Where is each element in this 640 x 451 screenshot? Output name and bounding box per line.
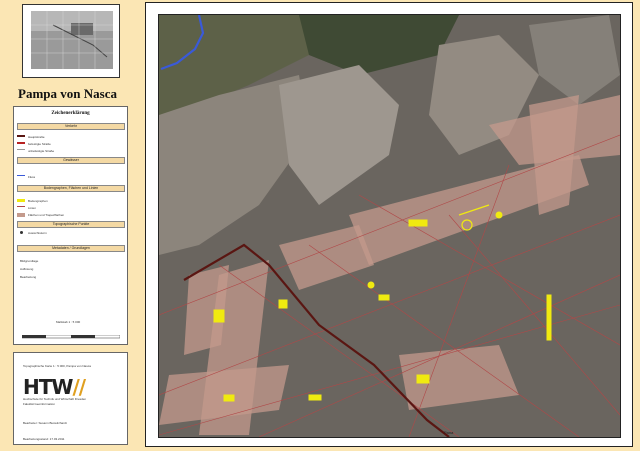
legend-item: befestigte Straße: [17, 142, 51, 146]
legend-item: Fluss: [17, 175, 35, 179]
metadata-label: Auflösung: [20, 267, 34, 271]
map-canvas: Pana: [159, 15, 620, 437]
overview-map: [22, 4, 120, 78]
geoglyph: [495, 211, 503, 219]
credits-panel: Topographische Karte 1 : 5 000, Pampa vo…: [13, 352, 128, 445]
credits-institution: Hochschule für Technik und Wirtschaft Dr…: [23, 397, 87, 401]
scale-bar: [22, 335, 120, 339]
legend-item: unbefestigte Straße: [17, 149, 54, 153]
legend-section-geoglyphs: Bodengraphen, Flächen und Linien: [17, 185, 125, 192]
legend-heading: Zeichenerklärung: [51, 111, 90, 116]
geoglyph: [378, 294, 390, 301]
legend-item: Hauptstraße: [17, 135, 45, 139]
geoglyph: [546, 294, 552, 341]
left-panel: Pampa von Nasca Zeichenerklärung Verkehr…: [0, 0, 135, 451]
geoglyph: [416, 374, 430, 384]
credits-date: Bearbeitungsstand: 17.03.2011: [23, 437, 65, 441]
htw-logo: HTW//: [23, 375, 86, 399]
credits-line: Topographische Karte 1 : 5 000, Pampa vo…: [23, 364, 91, 368]
geoglyph: [278, 299, 288, 309]
map-title: Pampa von Nasca: [18, 86, 117, 101]
credits-author: Bearbeiter: Susann Buswitzhardt: [23, 421, 67, 425]
legend-panel: Zeichenerklärung Verkehr Hauptstraße bef…: [13, 106, 128, 345]
legend-section-traffic: Verkehr: [17, 123, 125, 130]
legend-item: Linien: [17, 206, 36, 210]
satellite-map[interactable]: Pana: [158, 14, 621, 438]
legend-item: Bodengraphen: [17, 199, 48, 203]
geoglyph: [308, 394, 322, 401]
legend-item: Aussichtsturm: [20, 231, 47, 235]
metadata-label: Bearbeitung: [20, 275, 37, 279]
legend-section-topo-points: Topographische Punkte: [17, 221, 125, 228]
main-map-frame: Pana: [145, 2, 633, 447]
geoglyph: [408, 219, 428, 227]
legend-section-metadata: Metadaten / Grundlagen: [17, 245, 125, 252]
legend-section-water: Gewässer: [17, 157, 125, 164]
geoglyph: [213, 309, 225, 323]
legend-item: Flächen und Trapezflächen: [17, 213, 64, 217]
geoglyph: [367, 281, 375, 289]
scale-label: Maßstab 1 : 5 000: [56, 320, 81, 324]
metadata-label: Bildgrundlage: [20, 259, 39, 263]
map-bottom-label: Pana: [444, 430, 454, 435]
credits-detail: Fakultät Geoinformation: [23, 402, 56, 406]
geoglyph: [223, 394, 235, 402]
